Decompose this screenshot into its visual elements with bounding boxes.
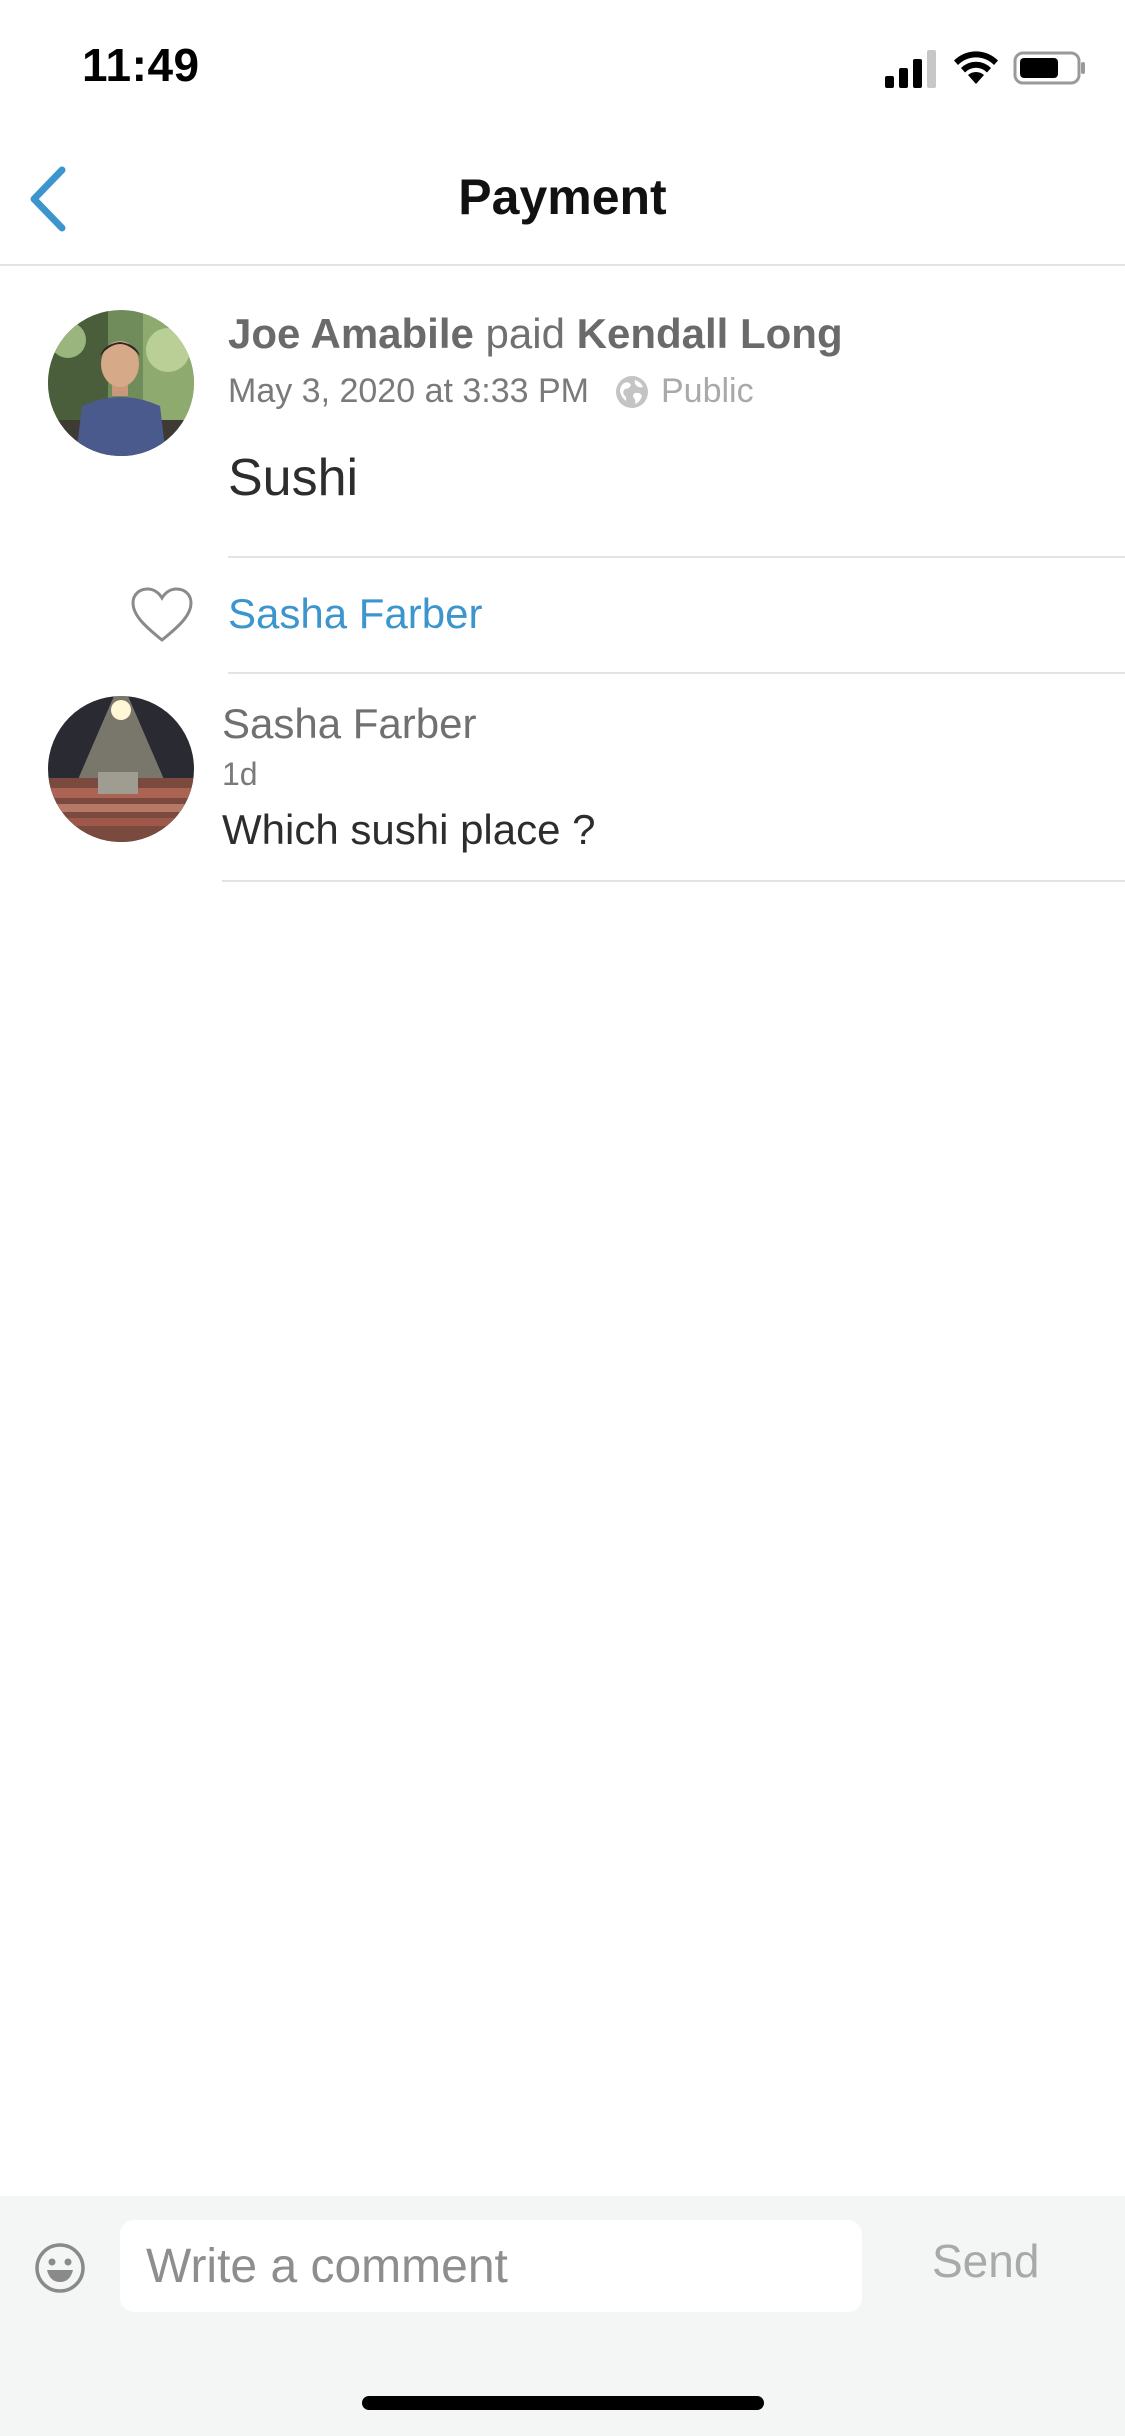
comment-time: 1d [222,756,258,792]
divider [228,672,1125,674]
story-action: paid [485,310,565,357]
story-header: Joe Amabile paid Kendall Long [228,310,843,358]
cellular-signal-icon [885,50,936,88]
divider [222,880,1125,882]
comment-input[interactable] [120,2220,862,2312]
page-title: Payment [458,169,667,225]
visibility-label: Public [660,372,754,410]
wifi-icon [954,51,998,84]
liker-name[interactable]: Sasha Farber [228,590,482,638]
status-icons [885,48,1085,88]
payment-note: Sushi [228,449,359,507]
payee-name[interactable]: Kendall Long [577,310,843,357]
divider [228,556,1125,558]
send-button[interactable]: Send [932,2234,1039,2288]
payment-detail-screen: 11:49 Payment Joe Amabile paid Kendall L… [0,0,1125,2436]
payer-name[interactable]: Joe Amabile [228,310,474,357]
story-date: May 3, 2020 at 3:33 PM [228,372,589,410]
comment-author[interactable]: Sasha Farber [222,700,476,748]
comment-text: Which sushi place ? [222,806,596,853]
smiley-icon[interactable] [34,2242,86,2294]
story-meta: May 3, 2020 at 3:33 PM Public [228,372,754,411]
nav-divider [0,264,1125,266]
comment-composer: Send [0,2196,1125,2436]
globe-icon [615,375,649,409]
status-time: 11:49 [82,39,200,91]
payer-avatar[interactable] [48,310,194,456]
home-indicator [362,2396,764,2410]
heart-icon[interactable] [130,586,194,644]
commenter-avatar[interactable] [48,696,194,842]
battery-icon [1013,51,1085,85]
